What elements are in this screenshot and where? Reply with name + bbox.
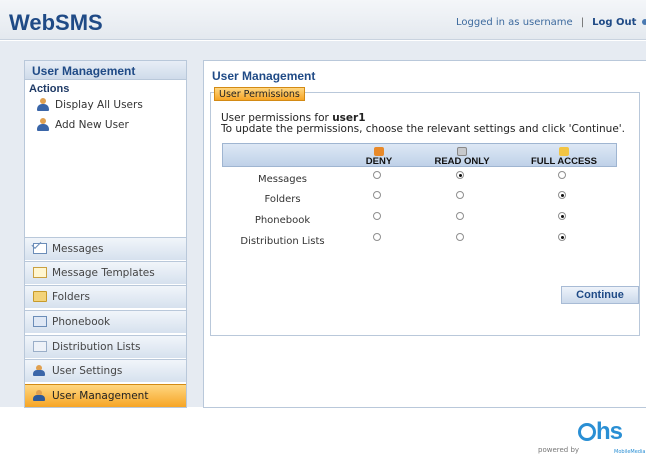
add-user-icon — [36, 118, 50, 132]
help-icon[interactable] — [642, 19, 646, 25]
nav-label: User Settings — [52, 365, 123, 377]
add-new-user-link[interactable]: Add New User — [25, 115, 186, 135]
display-all-users-link[interactable]: Display All Users — [25, 95, 186, 115]
page-title: User Management — [212, 69, 316, 83]
column-deny: DENY — [349, 144, 409, 168]
nav-item-user-settings[interactable]: User Settings — [25, 359, 186, 382]
permissions-table-header: DENY READ ONLY FULL ACCESS — [222, 143, 617, 167]
sidebar: User Management Actions Display All User… — [24, 60, 187, 408]
nav-label: User Management — [52, 390, 149, 402]
column-read-only: READ ONLY — [424, 144, 500, 168]
nav-label: Messages — [52, 243, 104, 255]
action-label: Add New User — [55, 119, 129, 131]
continue-button[interactable]: Continue — [561, 286, 639, 304]
action-label: Display All Users — [55, 99, 143, 111]
user-icon — [36, 98, 50, 112]
main-panel: User Management User Permissions User pe… — [203, 60, 646, 408]
brand-subtext: MobileMedia — [614, 449, 646, 455]
radio-messages-full-access[interactable] — [558, 171, 566, 179]
permission-row-phonebook: Phonebook — [222, 210, 617, 230]
mail-icon — [33, 243, 47, 254]
logged-in-text: Logged in as username — [456, 17, 573, 28]
radio-distribution-lists-deny[interactable] — [373, 233, 381, 241]
brand-text: hs — [596, 418, 623, 445]
app-logo: WebSMS — [9, 10, 103, 35]
radio-folders-deny[interactable] — [373, 191, 381, 199]
lock-read-icon — [457, 147, 467, 156]
permission-name: Messages — [257, 174, 308, 185]
nav-item-folders[interactable]: Folders — [25, 285, 186, 308]
nav-label: Message Templates — [52, 267, 155, 279]
permission-name: Folders — [264, 194, 301, 205]
list-icon — [33, 341, 47, 352]
user-management-icon — [33, 390, 47, 401]
permission-row-distribution-lists: Distribution Lists — [222, 231, 617, 251]
radio-distribution-lists-read-only[interactable] — [456, 233, 464, 241]
permissions-intro: User permissions for user1 To update the… — [221, 113, 625, 135]
template-icon — [33, 267, 47, 278]
user-status-bar: Logged in as username | Log Out — [456, 17, 646, 28]
logo-ring-icon — [578, 423, 596, 441]
radio-phonebook-deny[interactable] — [373, 212, 381, 220]
logout-link[interactable]: Log Out — [592, 17, 636, 28]
permission-row-folders: Folders — [222, 189, 617, 209]
nav-item-message-templates[interactable]: Message Templates — [25, 261, 186, 284]
sidebar-title: User Management — [25, 61, 186, 80]
permissions-legend: User Permissions — [214, 87, 305, 101]
user-settings-icon — [33, 365, 47, 376]
nav-label: Distribution Lists — [52, 341, 141, 353]
folder-icon — [33, 291, 47, 302]
radio-messages-deny[interactable] — [373, 171, 381, 179]
nav-label: Phonebook — [52, 316, 111, 328]
header-separator: | — [580, 17, 585, 28]
radio-folders-full-access[interactable] — [558, 191, 566, 199]
radio-messages-read-only[interactable] — [456, 171, 464, 179]
radio-phonebook-full-access[interactable] — [558, 212, 566, 220]
intro-instructions: To update the permissions, choose the re… — [221, 123, 625, 135]
phonebook-icon — [33, 316, 47, 327]
nav-label: Folders — [52, 291, 90, 303]
permission-name: Distribution Lists — [240, 236, 325, 247]
column-full-access: FULL ACCESS — [518, 144, 610, 168]
radio-phonebook-read-only[interactable] — [456, 212, 464, 220]
radio-folders-read-only[interactable] — [456, 191, 464, 199]
hs-brand-logo: hs — [578, 418, 623, 446]
nav-item-user-management[interactable]: User Management — [25, 384, 186, 407]
key-full-access-icon — [559, 147, 569, 156]
app-header: WebSMS Logged in as username | Log Out — [0, 0, 646, 40]
nav-item-distribution-lists[interactable]: Distribution Lists — [25, 335, 186, 358]
permission-name: Phonebook — [254, 215, 311, 226]
powered-by-text: powered by — [538, 446, 580, 454]
nav-item-messages[interactable]: Messages — [25, 237, 186, 260]
permission-row-messages: Messages — [222, 169, 617, 189]
radio-distribution-lists-full-access[interactable] — [558, 233, 566, 241]
permissions-fieldset: User Permissions User permissions for us… — [210, 87, 640, 336]
actions-title: Actions — [29, 83, 70, 95]
lock-deny-icon — [374, 147, 384, 156]
nav-item-phonebook[interactable]: Phonebook — [25, 310, 186, 333]
